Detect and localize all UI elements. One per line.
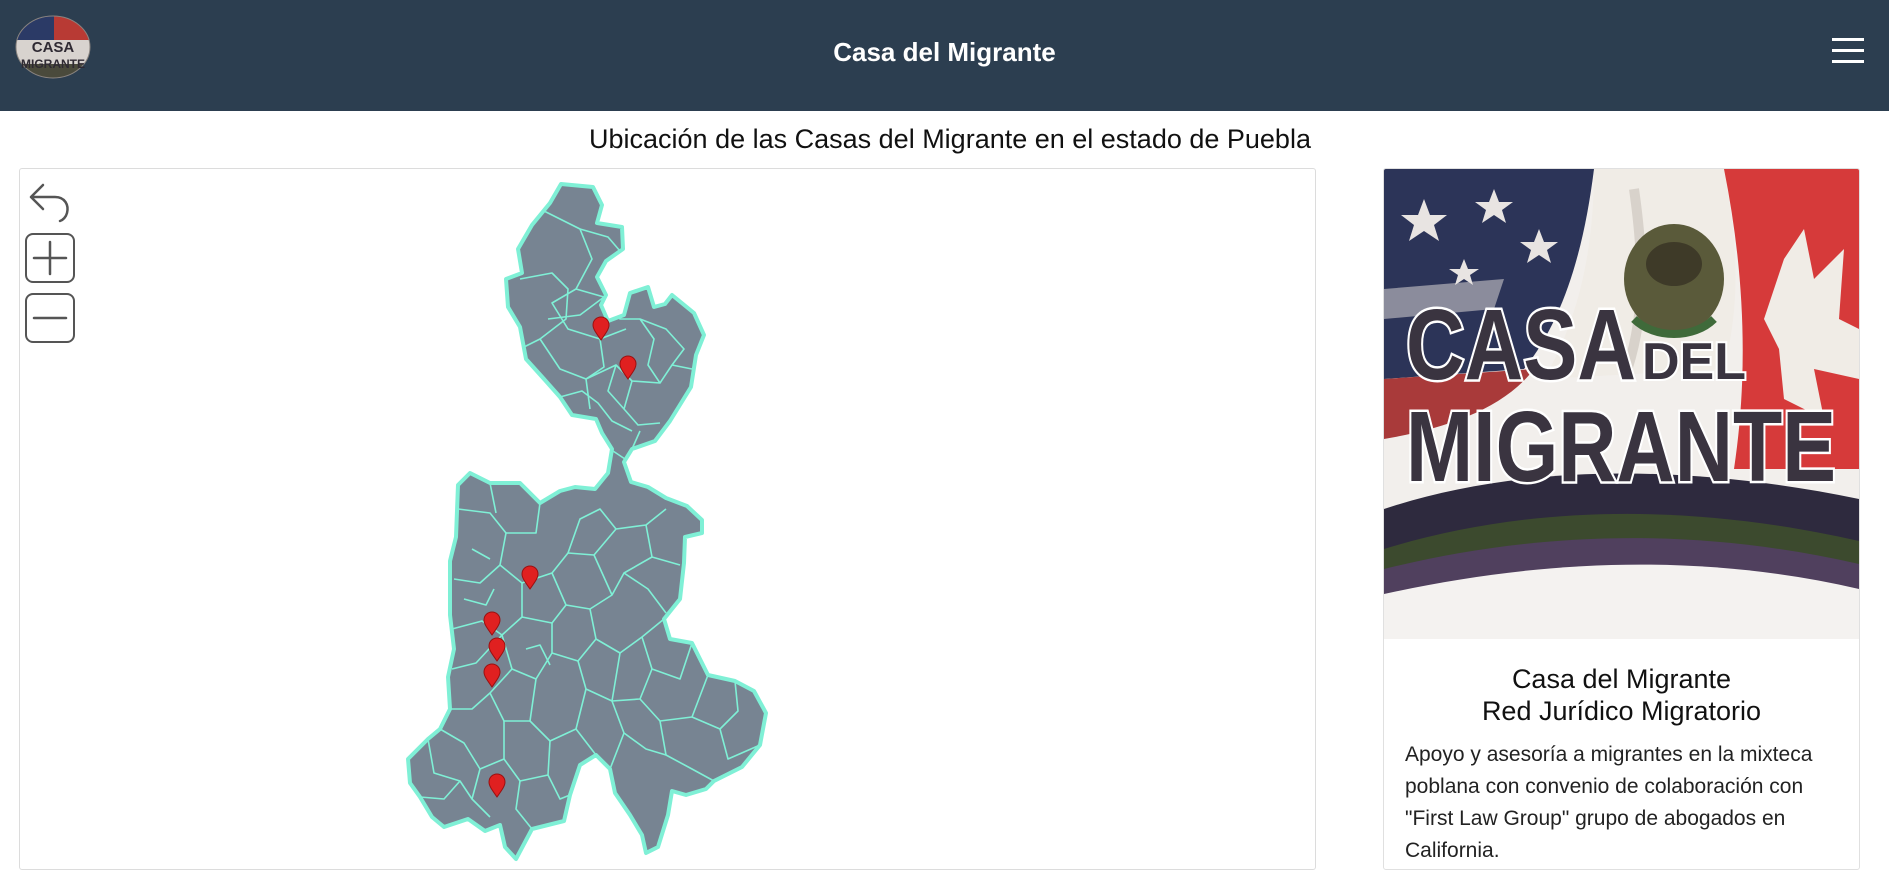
page-title: Ubicación de las Casas del Migrante en e… xyxy=(589,124,1311,154)
map-panel[interactable] xyxy=(19,168,1316,870)
app-header: CASA MIGRANTE Casa del Migrante xyxy=(0,0,1889,111)
puebla-map[interactable] xyxy=(20,169,1315,869)
app-title: Casa del Migrante xyxy=(833,37,1056,67)
banner-text-casa: CASA xyxy=(1406,289,1636,401)
hamburger-menu-icon[interactable] xyxy=(1832,36,1864,66)
banner-text-del: DEL xyxy=(1642,333,1746,391)
info-card: CASA DEL MIGRANTE Casa del Migrante Red … xyxy=(1383,168,1860,870)
banner-text-migrante: MIGRANTE xyxy=(1406,391,1836,503)
card-title-line1: Casa del Migrante xyxy=(1511,664,1732,694)
card-title-line2: Red Jurídico Migratorio xyxy=(1481,696,1762,726)
casa-del-migrante-banner: CASA DEL MIGRANTE xyxy=(1384,169,1859,639)
card-title: Casa del Migrante Red Jurídico Migratori… xyxy=(1384,663,1859,727)
card-description: Apoyo y asesoría a migrantes en la mixte… xyxy=(1405,743,1813,862)
